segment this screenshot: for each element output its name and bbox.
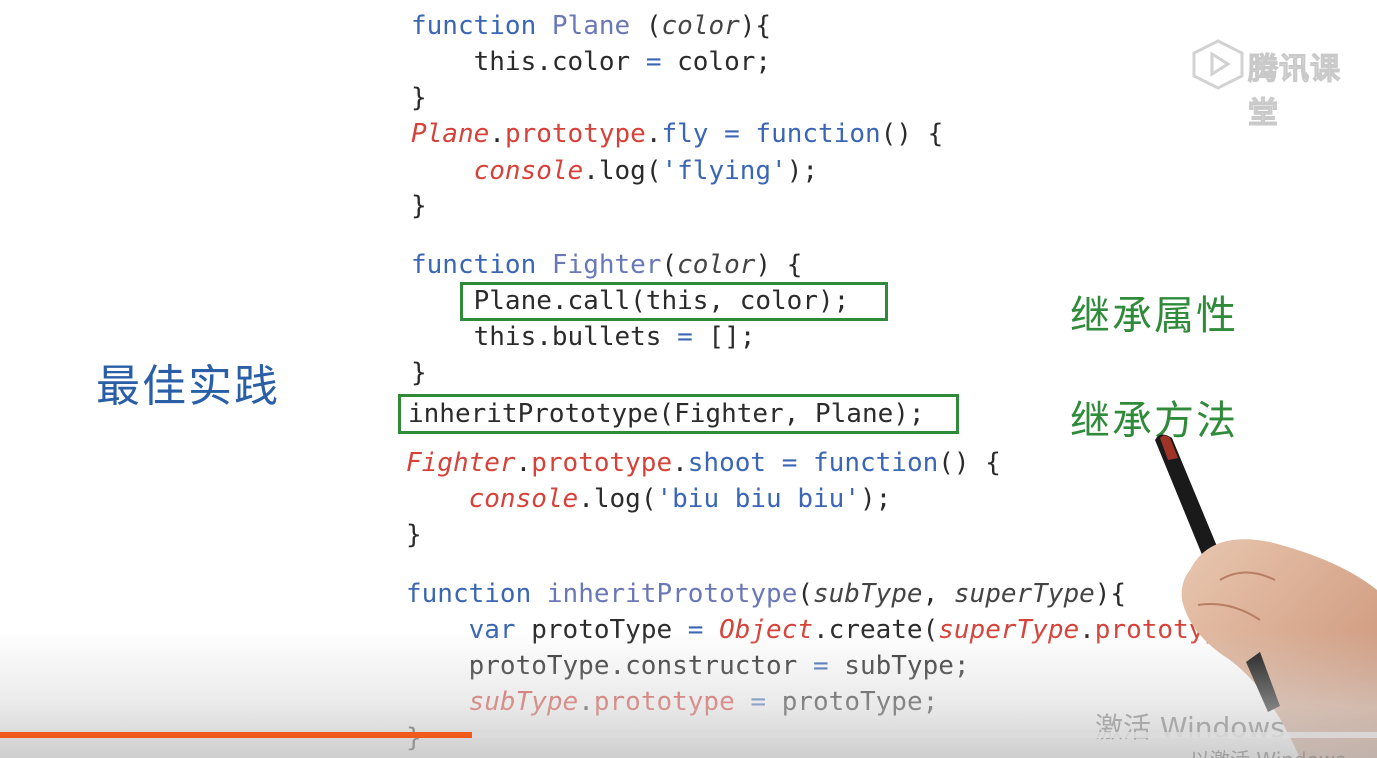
code-line: function inheritPrototype(subType, super… — [406, 578, 1126, 610]
code-token: color; — [661, 47, 772, 77]
code-token: ){ — [739, 11, 772, 41]
code-token: Fighter — [551, 250, 662, 280]
code-token: ( — [797, 579, 813, 609]
code-token: []; — [692, 322, 756, 352]
tencent-classroom-logo: 腾讯课堂 — [1190, 38, 1370, 132]
activate-windows-watermark: 激活 Windows — [1095, 711, 1285, 744]
code-token: . — [515, 448, 532, 478]
code-line: this.bullets = []; — [411, 321, 756, 353]
code-line: } — [411, 190, 427, 222]
code-token: = — [677, 322, 693, 352]
code-token: inheritPrototype — [546, 579, 798, 609]
video-progress-bar[interactable] — [0, 732, 1377, 738]
activate-windows-subtext: 以激活 Windows — [1190, 744, 1346, 758]
code-token: console — [468, 484, 579, 514]
code-line: Fighter.prototype.shoot = function() { — [406, 447, 1001, 479]
highlight-box-call — [460, 282, 888, 321]
code-token: function — [411, 11, 537, 41]
code-token: ); — [859, 484, 892, 514]
code-token: function — [406, 579, 532, 609]
code-token: function — [755, 119, 881, 149]
code-token: = — [781, 448, 798, 478]
code-token: ){ — [1094, 579, 1127, 609]
code-line: this.color = color; — [411, 46, 771, 78]
code-token: Plane — [551, 11, 631, 41]
code-token: color — [677, 250, 756, 280]
code-token: subType — [813, 579, 923, 609]
code-token: = — [645, 47, 662, 77]
code-token: this.color — [411, 47, 646, 77]
code-token: } — [411, 191, 427, 221]
code-token: 'biu biu biu' — [656, 484, 860, 514]
code-token: Fighter — [406, 448, 516, 478]
highlight-box-inherit — [398, 394, 959, 434]
code-token: this.bullets — [411, 322, 678, 352]
code-token: shoot — [687, 448, 767, 478]
code-token: , — [922, 579, 954, 609]
code-line: console.log('flying'); — [411, 155, 818, 187]
code-line: Plane.prototype.fly = function() { — [411, 118, 943, 150]
code-token: superType — [953, 579, 1095, 609]
code-token: Plane — [411, 119, 490, 149]
code-token: ( — [630, 11, 662, 41]
code-token: () { — [938, 448, 1001, 478]
code-token: color — [661, 11, 740, 41]
code-token: prototype — [504, 119, 646, 149]
code-token: = — [724, 119, 740, 149]
code-token: function — [813, 448, 939, 478]
code-token: } — [411, 83, 427, 113]
code-token: () { — [880, 119, 944, 149]
tencent-classroom-play-icon — [1192, 39, 1244, 90]
code-token: ); — [786, 156, 819, 186]
code-token: ) { — [755, 250, 803, 280]
best-practice-title: 最佳实践 — [96, 361, 280, 412]
code-token: . — [489, 119, 505, 149]
code-line: } — [411, 82, 427, 114]
note-inherit-props: 继承属性 — [1070, 293, 1238, 339]
code-line: function Plane (color){ — [411, 10, 771, 42]
code-token: } — [406, 520, 422, 550]
video-progress-fill — [0, 732, 473, 738]
code-token: .log( — [583, 156, 662, 186]
code-token: .log( — [578, 484, 657, 514]
code-line: } — [406, 519, 422, 551]
code-line: function Fighter(color) { — [411, 249, 802, 281]
code-token: . — [645, 119, 662, 149]
code-line: console.log('biu biu biu'); — [406, 483, 892, 515]
logo-text: 腾讯课堂 — [1248, 52, 1341, 132]
code-token: fly — [661, 119, 709, 149]
code-token: ( — [661, 250, 678, 280]
video-frame: 最佳实践 function Plane (color){ this.color … — [0, 0, 1377, 758]
code-token: } — [411, 358, 427, 388]
code-token: 'flying' — [661, 156, 787, 186]
code-line: } — [411, 357, 427, 389]
code-token: function — [411, 250, 537, 280]
code-token: console — [473, 156, 584, 186]
code-token: prototype — [531, 448, 673, 478]
code-token: . — [672, 448, 688, 478]
